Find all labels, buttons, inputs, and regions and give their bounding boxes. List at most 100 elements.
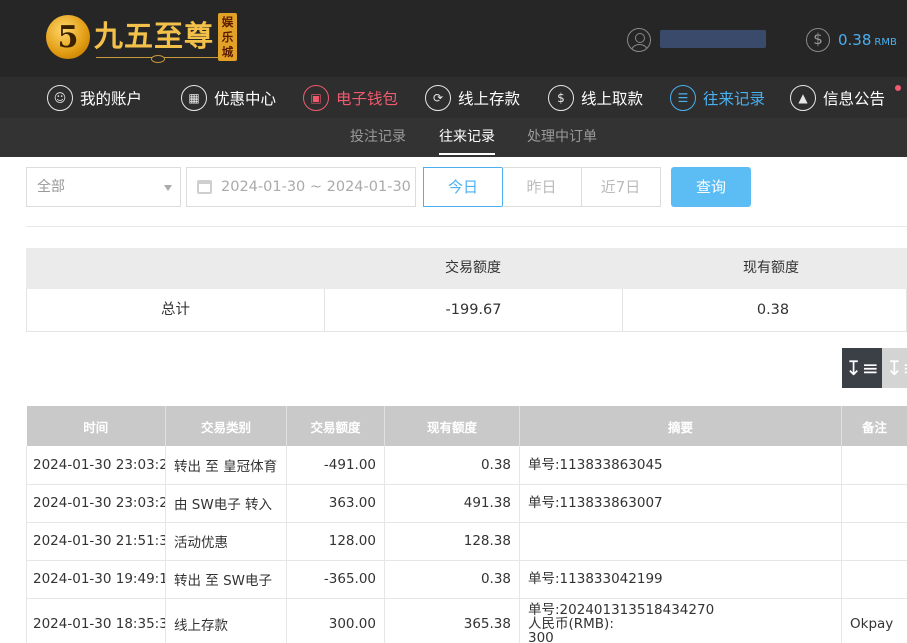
cell-note — [841, 560, 907, 599]
col-time[interactable]: 时间 — [26, 406, 166, 446]
nav-online-deposit[interactable]: ⟳ 线上存款 — [425, 77, 520, 118]
records-header-row: 时间 交易类别 交易额度 现有额度 摘要 备注 — [26, 406, 907, 446]
type-select[interactable]: 全部 — [26, 167, 181, 207]
wallet-icon: ▣ — [303, 84, 329, 111]
col-amount[interactable]: 交易额度 — [286, 406, 385, 446]
records-icon: ☰ — [670, 84, 696, 111]
cell-memo: 单号:202401313518434270 人民币(RMB): 300 — [519, 598, 842, 643]
sub-nav: 投注记录 往来记录 处理中订单 — [0, 118, 907, 157]
date-range-value: 2024-01-30 ~ 2024-01-30 — [221, 179, 411, 195]
sort-asc-icon[interactable]: ↧≡ — [882, 348, 907, 388]
user-avatar-icon[interactable] — [627, 28, 651, 52]
username-redacted — [660, 30, 766, 48]
cell-time: 2024-01-30 19:49:11 — [26, 560, 166, 599]
table-row: 2024-01-30 18:35:32 线上存款 300.00 365.38 单… — [26, 598, 907, 643]
query-button[interactable]: 查询 — [671, 167, 751, 207]
user-icon: ☺ — [47, 84, 73, 111]
col-balance[interactable]: 现有额度 — [384, 406, 520, 446]
date-range-input[interactable]: 2024-01-30 ~ 2024-01-30 — [186, 167, 416, 207]
summary-total-label: 总计 — [27, 289, 325, 331]
brand-sub: 娱乐城 — [218, 13, 238, 61]
cell-amount: -365.00 — [286, 560, 385, 599]
brand-name: 九五至尊 — [94, 19, 215, 53]
account-balance: 0.38 RMB — [838, 31, 897, 49]
nav-records[interactable]: ☰ 往来记录 — [670, 77, 765, 118]
cell-type: 活动优惠 — [165, 522, 287, 561]
cell-memo: 单号:113833042199 — [519, 560, 842, 599]
nav-label: 往来记录 — [703, 89, 766, 108]
cell-note — [841, 446, 907, 485]
sort-desc-icon[interactable]: ↧≡ — [842, 348, 882, 388]
nav-label: 我的账户 — [80, 89, 143, 108]
table-row: 2024-01-30 19:49:11 转出 至 SW电子 -365.00 0.… — [26, 560, 907, 599]
memo-line: 人民币(RMB): — [528, 616, 614, 632]
calendar-icon — [197, 180, 212, 194]
cell-amount: 363.00 — [286, 484, 385, 523]
table-row: 2024-01-30 23:03:21 转出 至 皇冠体育 -491.00 0.… — [26, 446, 907, 485]
cell-balance: 491.38 — [384, 484, 520, 523]
cell-memo: 单号:113833863007 — [519, 484, 842, 523]
nav-e-wallet[interactable]: ▣ 电子钱包 — [303, 77, 398, 118]
memo-line: 300 — [528, 630, 554, 643]
dollar-icon: $ — [806, 28, 830, 52]
cell-note: Okpay — [841, 598, 907, 643]
type-select-value: 全部 — [37, 179, 65, 195]
summary-total-balance: 0.38 — [756, 302, 790, 318]
cell-time: 2024-01-30 23:03:20 — [26, 484, 166, 523]
cell-type: 由 SW电子 转入 — [165, 484, 287, 523]
summary-col-balance: 现有额度 — [743, 260, 799, 276]
balance-value: 0.38 — [838, 31, 872, 49]
nav-online-withdraw[interactable]: $ 线上取款 — [548, 77, 643, 118]
col-memo[interactable]: 摘要 — [519, 406, 842, 446]
nav-label: 线上存款 — [458, 89, 521, 108]
cell-note — [841, 484, 907, 523]
nav-label: 信息公告 — [823, 89, 886, 108]
balance-currency: RMB — [874, 37, 897, 48]
cell-type: 线上存款 — [165, 598, 287, 643]
cell-amount: 300.00 — [286, 598, 385, 643]
cell-amount: -491.00 — [286, 446, 385, 485]
cell-amount: 128.00 — [286, 522, 385, 561]
main-nav: ☺ 我的账户 ▦ 优惠中心 ▣ 电子钱包 ⟳ 线上存款 $ 线上取款 ☰ 往来记… — [0, 77, 907, 118]
cell-balance: 0.38 — [384, 446, 520, 485]
nav-announcements[interactable]: ▲ 信息公告 — [790, 77, 885, 118]
subtab-pending-orders[interactable]: 处理中订单 — [527, 118, 597, 157]
col-note[interactable]: 备注 — [841, 406, 907, 446]
col-type[interactable]: 交易类别 — [165, 406, 287, 446]
top-header: 5 九五至尊 娱乐城 $ 0.38 RMB — [0, 0, 907, 77]
summary-header: 交易额度 现有额度 — [26, 248, 907, 289]
cell-type: 转出 至 SW电子 — [165, 560, 287, 599]
nav-label: 电子钱包 — [336, 89, 399, 108]
quick-yesterday-button[interactable]: 昨日 — [502, 167, 582, 207]
cell-time: 2024-01-30 23:03:21 — [26, 446, 166, 485]
quick-7days-button[interactable]: 近7日 — [581, 167, 661, 207]
nav-my-account[interactable]: ☺ 我的账户 — [47, 77, 142, 118]
subtab-transaction-records[interactable]: 往来记录 — [439, 118, 495, 157]
gift-icon: ▦ — [181, 84, 207, 111]
nav-label: 线上取款 — [581, 89, 644, 108]
cell-balance: 128.38 — [384, 522, 520, 561]
nav-promotions[interactable]: ▦ 优惠中心 — [181, 77, 276, 118]
summary-total-amount: -199.67 — [325, 289, 623, 331]
bell-icon: ▲ — [790, 84, 816, 111]
table-row: 2024-01-30 23:03:20 由 SW电子 转入 363.00 491… — [26, 484, 907, 523]
cell-balance: 365.38 — [384, 598, 520, 643]
subtab-bet-records[interactable]: 投注记录 — [350, 118, 406, 157]
deposit-icon: ⟳ — [425, 84, 451, 111]
nav-label: 优惠中心 — [214, 89, 277, 108]
caret-down-icon — [164, 185, 172, 191]
cell-time: 2024-01-30 21:51:33 — [26, 522, 166, 561]
withdraw-icon: $ — [548, 84, 574, 111]
table-row: 2024-01-30 21:51:33 活动优惠 128.00 128.38 — [26, 522, 907, 561]
summary-col-amount: 交易额度 — [445, 260, 501, 276]
cell-balance: 0.38 — [384, 560, 520, 599]
quick-today-button[interactable]: 今日 — [423, 167, 503, 207]
records-table: 时间 交易类别 交易额度 现有额度 摘要 备注 2024-01-30 23:03… — [26, 406, 907, 643]
logo-badge: 5 — [46, 15, 90, 59]
notification-dot — [895, 85, 901, 91]
section-divider — [26, 226, 907, 227]
cell-memo: 单号:113833863045 — [519, 446, 842, 485]
cell-type: 转出 至 皇冠体育 — [165, 446, 287, 485]
memo-line: 单号:202401313518434270 — [528, 602, 715, 618]
cell-memo — [519, 522, 842, 561]
